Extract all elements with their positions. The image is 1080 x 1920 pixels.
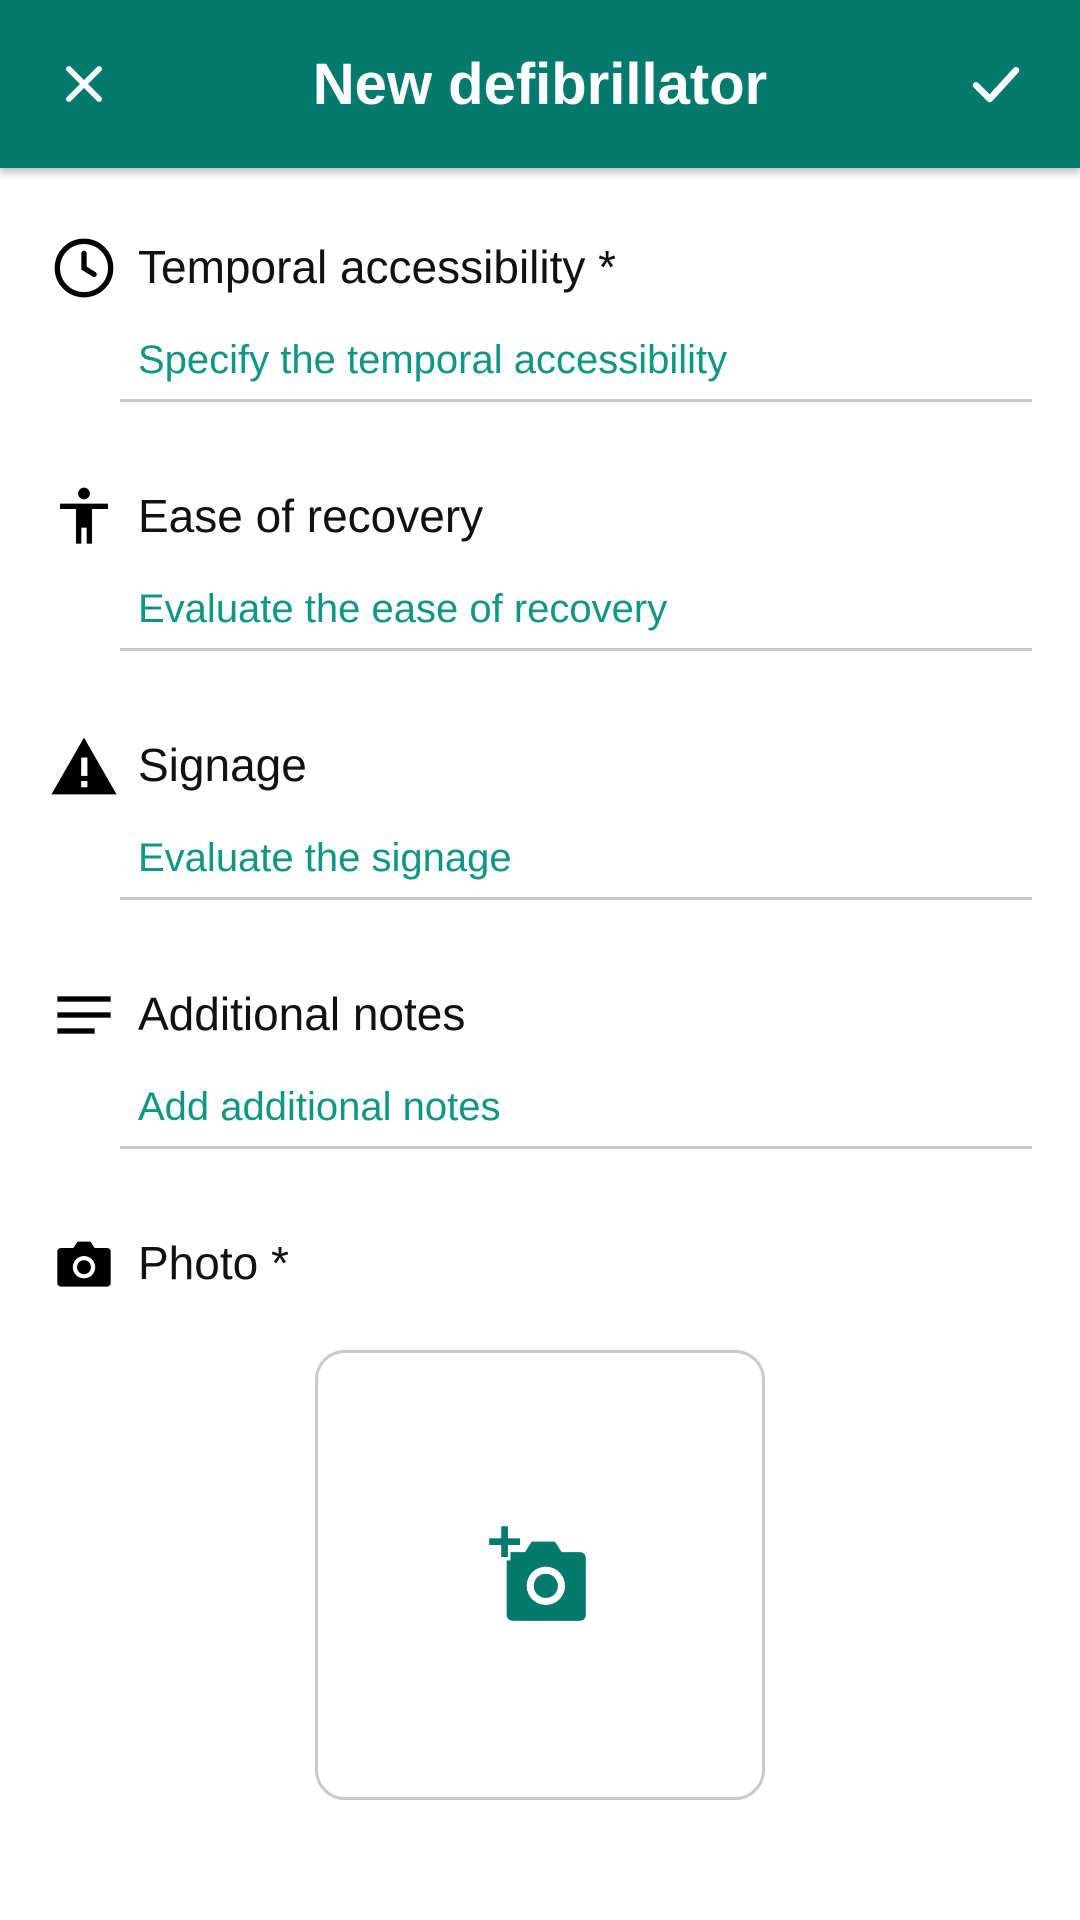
confirm-button[interactable] <box>956 44 1036 124</box>
app-bar: New defibrillator <box>0 0 1080 168</box>
additional-notes-placeholder: Add additional notes <box>138 1085 501 1129</box>
signage-field[interactable]: Evaluate the signage <box>120 828 1032 900</box>
ease-of-recovery-label: Ease of recovery <box>138 490 484 542</box>
temporal-accessibility-field[interactable]: Specify the temporal accessibility <box>120 330 1032 402</box>
warning-icon <box>50 732 118 800</box>
accessibility-person-icon <box>50 483 118 551</box>
signage-placeholder: Evaluate the signage <box>138 836 512 880</box>
notes-icon <box>50 981 118 1049</box>
additional-notes-label: Additional notes <box>138 988 466 1040</box>
temporal-accessibility-placeholder: Specify the temporal accessibility <box>138 338 728 382</box>
add-photo-icon <box>485 1525 586 1621</box>
temporal-accessibility-label: Temporal accessibility * <box>138 241 617 293</box>
photo-label: Photo * <box>138 1237 289 1289</box>
ease-of-recovery-field[interactable]: Evaluate the ease of recovery <box>120 579 1032 651</box>
page-title: New defibrillator <box>312 51 768 117</box>
check-icon <box>972 67 1020 103</box>
ease-of-recovery-placeholder: Evaluate the ease of recovery <box>138 587 668 631</box>
additional-notes-field[interactable]: Add additional notes <box>120 1077 1032 1149</box>
signage-label: Signage <box>138 739 307 791</box>
camera-icon <box>50 1230 118 1298</box>
add-photo-button[interactable] <box>315 1350 765 1800</box>
clock-icon <box>50 234 118 302</box>
